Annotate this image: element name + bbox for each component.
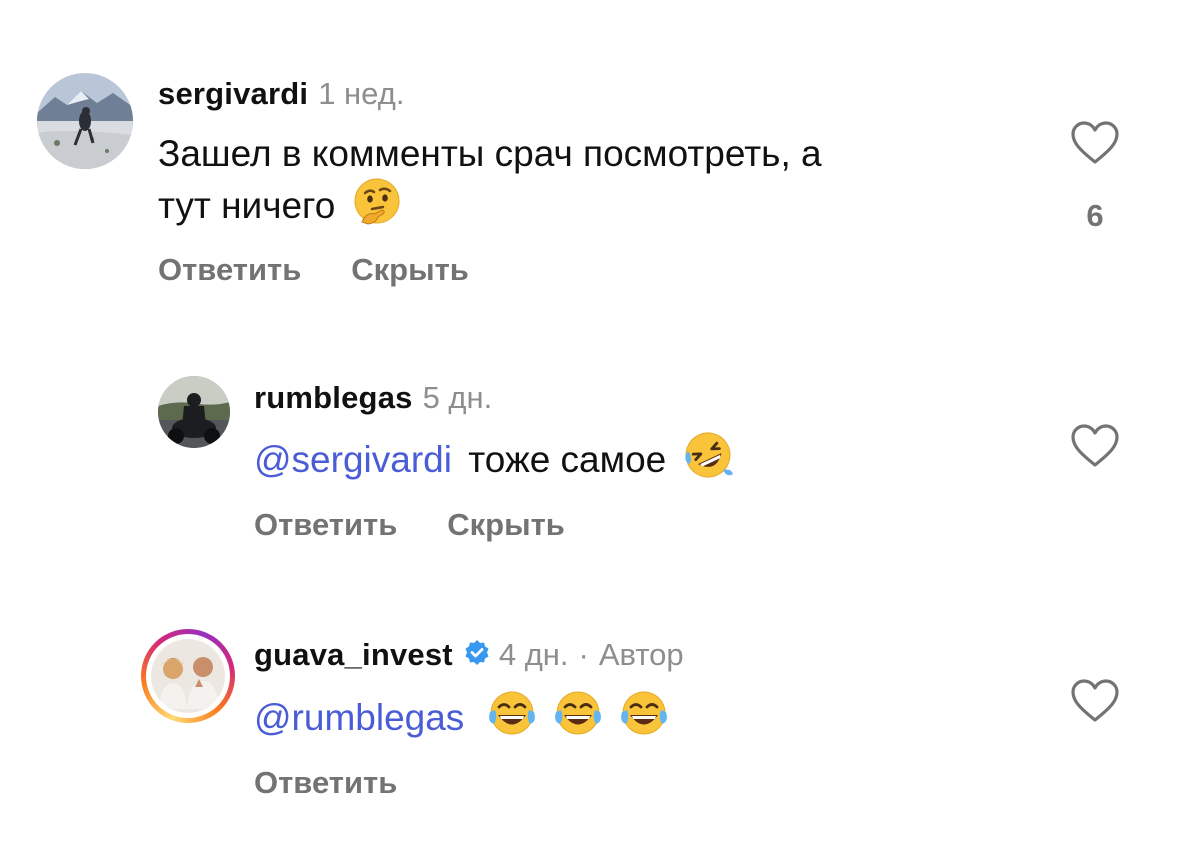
username[interactable]: guava_invest <box>254 637 453 673</box>
avatar-story-ring[interactable] <box>141 629 235 723</box>
hide-button[interactable]: Скрыть <box>351 252 469 288</box>
comment-actions: Ответить Скрыть <box>254 507 565 543</box>
comment-text-line: @sergivardi тоже самое <box>254 430 733 494</box>
reply-button[interactable]: Ответить <box>254 507 397 543</box>
like-count: 6 <box>1086 198 1104 233</box>
hide-button[interactable]: Скрыть <box>447 507 565 543</box>
heart-icon[interactable] <box>1070 423 1120 469</box>
heart-icon[interactable] <box>1070 120 1120 166</box>
heart-icon[interactable] <box>1070 678 1120 724</box>
username[interactable]: rumblegas <box>254 380 413 416</box>
tears-of-joy-emoji <box>553 688 603 752</box>
avatar[interactable] <box>37 73 133 169</box>
verified-badge-icon <box>463 639 491 672</box>
timestamp: 5 дн. <box>422 380 493 415</box>
mention-link[interactable]: @sergivardi <box>254 439 452 480</box>
separator-dot: · <box>578 637 589 672</box>
timestamp: 4 дн. <box>498 637 569 672</box>
tears-of-joy-emoji <box>487 688 537 752</box>
rolling-laughing-emoji <box>683 430 733 494</box>
username[interactable]: sergivardi <box>158 76 308 112</box>
author-label: Автор <box>598 637 684 672</box>
reply-button[interactable]: Ответить <box>254 765 397 801</box>
comment-text-line-2: тут ничего <box>158 176 402 240</box>
comment-actions: Ответить Скрыть <box>158 252 469 288</box>
comment-text: тут ничего <box>158 184 336 226</box>
thinking-face-emoji <box>352 176 402 240</box>
comment-text-line: @rumblegas <box>254 688 669 752</box>
tears-of-joy-emoji <box>619 688 669 752</box>
avatar[interactable] <box>158 376 230 448</box>
comment-header: guava_invest 4 дн. · Автор <box>254 637 684 673</box>
mention-link[interactable]: @rumblegas <box>254 697 464 738</box>
reply-button[interactable]: Ответить <box>158 252 301 288</box>
avatar <box>151 639 225 713</box>
comment-actions: Ответить <box>254 765 397 801</box>
timestamp: 1 нед. <box>318 76 405 111</box>
comment-text-line-1: Зашел в комменты срач посмотреть, а <box>158 133 822 174</box>
comment-text: тоже самое <box>468 438 667 480</box>
comment-header: sergivardi 1 нед. <box>158 76 404 112</box>
comment-header: rumblegas 5 дн. <box>254 380 492 416</box>
